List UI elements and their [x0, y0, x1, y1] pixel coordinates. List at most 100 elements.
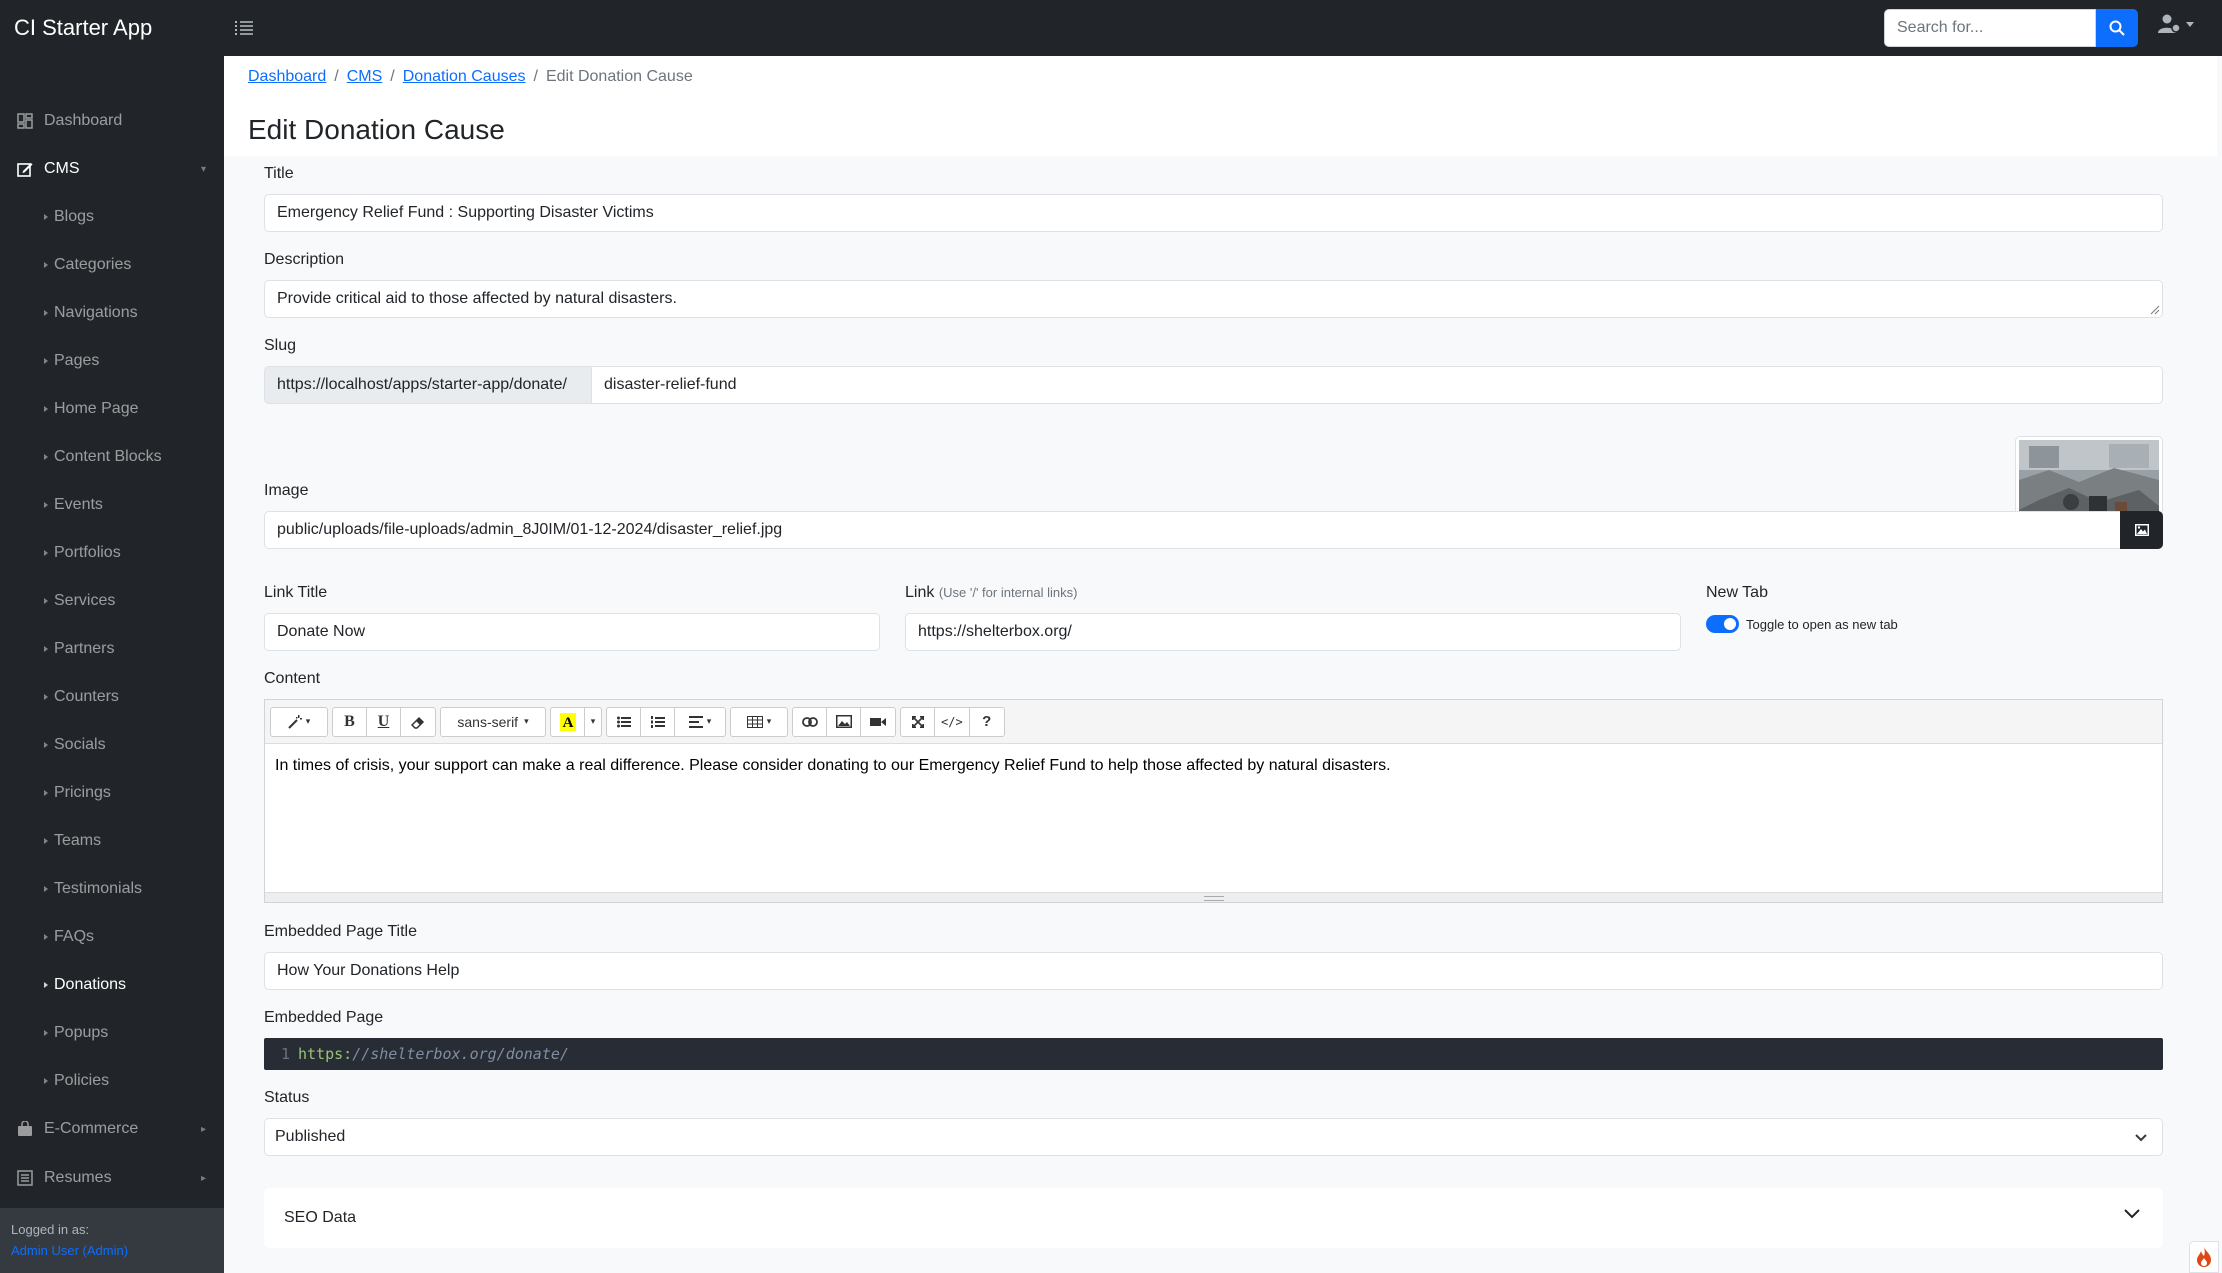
- tb-insert-group: [792, 706, 896, 737]
- sidebar-item-ecommerce[interactable]: E-Commerce ▸: [0, 1109, 224, 1149]
- sidebar-subitem-pricings[interactable]: Pricings: [0, 773, 224, 813]
- sidebar-subitem-services[interactable]: Services: [0, 581, 224, 621]
- underline-button[interactable]: U: [367, 707, 401, 736]
- paragraph-align-dropdown[interactable]: ▾: [675, 708, 725, 736]
- sidebar-subitem-socials[interactable]: Socials: [0, 725, 224, 765]
- sidebar-subitem-partners[interactable]: Partners: [0, 629, 224, 669]
- slug-input[interactable]: disaster-relief-fund: [591, 366, 2163, 404]
- content-label: Content: [264, 670, 321, 687]
- code-view-button[interactable]: </>: [935, 707, 970, 736]
- tb-paragraph-group: ▾: [606, 706, 726, 737]
- link-label-group: Link (Use '/' for internal links): [905, 584, 1077, 602]
- help-button[interactable]: ?: [970, 708, 1004, 736]
- sidebar-subitem-pages[interactable]: Pages: [0, 341, 224, 381]
- editor-resize-bar[interactable]: [265, 892, 2162, 902]
- chevron-down-icon: [2186, 21, 2194, 27]
- breadcrumb-dashboard[interactable]: Dashboard: [248, 68, 326, 86]
- seo-data-accordion[interactable]: SEO Data: [264, 1188, 2163, 1248]
- bold-button[interactable]: B: [333, 707, 367, 736]
- breadcrumb-current: Edit Donation Cause: [545, 68, 693, 85]
- tb-view-group: </> ?: [900, 706, 1005, 737]
- sidebar-item-dashboard[interactable]: Dashboard: [0, 101, 224, 141]
- user-menu-button[interactable]: [2158, 14, 2194, 34]
- sidebar-subitem-popups[interactable]: Popups: [0, 1013, 224, 1053]
- list-ul-icon: [616, 716, 631, 727]
- sidebar-subitem-events[interactable]: Events: [0, 485, 224, 525]
- link-title-input[interactable]: Donate Now: [264, 613, 880, 651]
- search-icon: [2109, 20, 2125, 36]
- image-picker-button[interactable]: [2120, 511, 2163, 549]
- status-value: Published: [275, 1128, 346, 1145]
- sidebar-subitem-faqs[interactable]: FAQs: [0, 917, 224, 957]
- sidebar-item-label: Resumes: [44, 1169, 112, 1186]
- eraser-button[interactable]: [401, 708, 435, 736]
- tb-color-group: A ▾: [550, 706, 602, 737]
- eraser-icon: [411, 716, 425, 729]
- sidebar-subitem-donations[interactable]: Donations: [0, 965, 224, 1005]
- image-icon: [2134, 524, 2149, 536]
- top-navbar: CI Starter App: [0, 0, 2222, 56]
- sidebar-subitem-blogs[interactable]: Blogs: [0, 197, 224, 237]
- image-path-input[interactable]: public/uploads/file-uploads/admin_8J0IM/…: [264, 511, 2121, 549]
- sidebar-subitem-portfolios[interactable]: Portfolios: [0, 533, 224, 573]
- embedded-title-input[interactable]: How Your Donations Help: [264, 952, 2163, 990]
- breadcrumb-donation-causes[interactable]: Donation Causes: [403, 68, 526, 86]
- fullscreen-button[interactable]: [901, 707, 935, 736]
- sidebar-item-resumes[interactable]: Resumes ▸: [0, 1158, 224, 1198]
- tb-font-style-group: B U: [332, 706, 436, 737]
- sidebar-subitem-home-page[interactable]: Home Page: [0, 389, 224, 429]
- edit-square-icon: [16, 160, 34, 178]
- description-textarea[interactable]: Provide critical aid to those affected b…: [264, 280, 2163, 318]
- editor-content-area[interactable]: In times of crisis, your support can mak…: [265, 744, 2162, 788]
- search-input[interactable]: [1884, 9, 2096, 47]
- sidebar-item-label: CMS: [44, 160, 80, 177]
- breadcrumb: Dashboard / CMS / Donation Causes / Edit Do…: [248, 68, 693, 86]
- title-input[interactable]: Emergency Relief Fund : Supporting Disas…: [264, 194, 2163, 232]
- sidebar-subitem-counters[interactable]: Counters: [0, 677, 224, 717]
- url-rest: //shelterbox.org/donate/: [352, 1045, 569, 1063]
- new-tab-label: New Tab: [1706, 584, 1768, 601]
- chevron-down-icon: [2135, 1134, 2147, 1142]
- insert-picture-button[interactable]: [827, 707, 861, 736]
- sidebar-subitem-navigations[interactable]: Navigations: [0, 293, 224, 333]
- magic-wand-icon: [288, 714, 302, 729]
- tb-font-name-group: sans-serif ▾: [440, 706, 546, 737]
- embedded-page-label: Embedded Page: [264, 1009, 384, 1026]
- sidebar-subitem-policies[interactable]: Policies: [0, 1061, 224, 1101]
- sidebar: Dashboard CMS ▾ Blogs Categories Navigat…: [0, 56, 224, 1273]
- ordered-list-button[interactable]: [641, 707, 675, 736]
- sidebar-item-label: Dashboard: [44, 112, 123, 129]
- insert-video-button[interactable]: [861, 708, 895, 736]
- sidebar-subitem-testimonials[interactable]: Testimonials: [0, 869, 224, 909]
- link-input[interactable]: https://shelterbox.org/: [905, 613, 1681, 651]
- sidebar-subitem-content-blocks[interactable]: Content Blocks: [0, 437, 224, 477]
- new-tab-toggle[interactable]: [1706, 615, 1739, 633]
- embedded-title-label: Embedded Page Title: [264, 923, 417, 940]
- seo-data-label: SEO Data: [284, 1209, 357, 1226]
- title-label: Title: [264, 165, 294, 182]
- sidebar-toggle-button[interactable]: [224, 8, 264, 48]
- align-left-icon: [688, 715, 703, 728]
- link-title-label: Link Title: [264, 584, 328, 601]
- unordered-list-button[interactable]: [607, 707, 641, 736]
- status-select[interactable]: Published: [264, 1118, 2163, 1156]
- table-dropdown-button[interactable]: ▾: [731, 708, 787, 736]
- style-dropdown-button[interactable]: ▾: [271, 708, 327, 736]
- logged-in-user-link[interactable]: Admin User (Admin): [11, 1243, 213, 1258]
- app-brand[interactable]: CI Starter App: [0, 15, 224, 41]
- sidebar-subitem-teams[interactable]: Teams: [0, 821, 224, 861]
- embedded-page-code-editor[interactable]: 1 https: //shelterbox.org/donate/: [264, 1038, 2163, 1070]
- new-tab-toggle-label[interactable]: Toggle to open as new tab: [1746, 617, 1898, 632]
- caret-down-icon: ▾: [200, 163, 206, 175]
- sidebar-item-cms[interactable]: CMS ▾: [0, 149, 224, 189]
- font-name-dropdown[interactable]: sans-serif ▾: [441, 708, 545, 736]
- debug-toolbar-button[interactable]: [2189, 1241, 2219, 1273]
- color-dropdown-button[interactable]: ▾: [585, 708, 601, 736]
- caret-right-icon: ▸: [200, 1172, 206, 1184]
- breadcrumb-cms[interactable]: CMS: [347, 68, 383, 86]
- text-color-button[interactable]: A: [551, 707, 585, 736]
- search-button[interactable]: [2096, 9, 2138, 47]
- insert-link-button[interactable]: [793, 707, 827, 736]
- link-label: Link: [905, 584, 935, 601]
- sidebar-subitem-categories[interactable]: Categories: [0, 245, 224, 285]
